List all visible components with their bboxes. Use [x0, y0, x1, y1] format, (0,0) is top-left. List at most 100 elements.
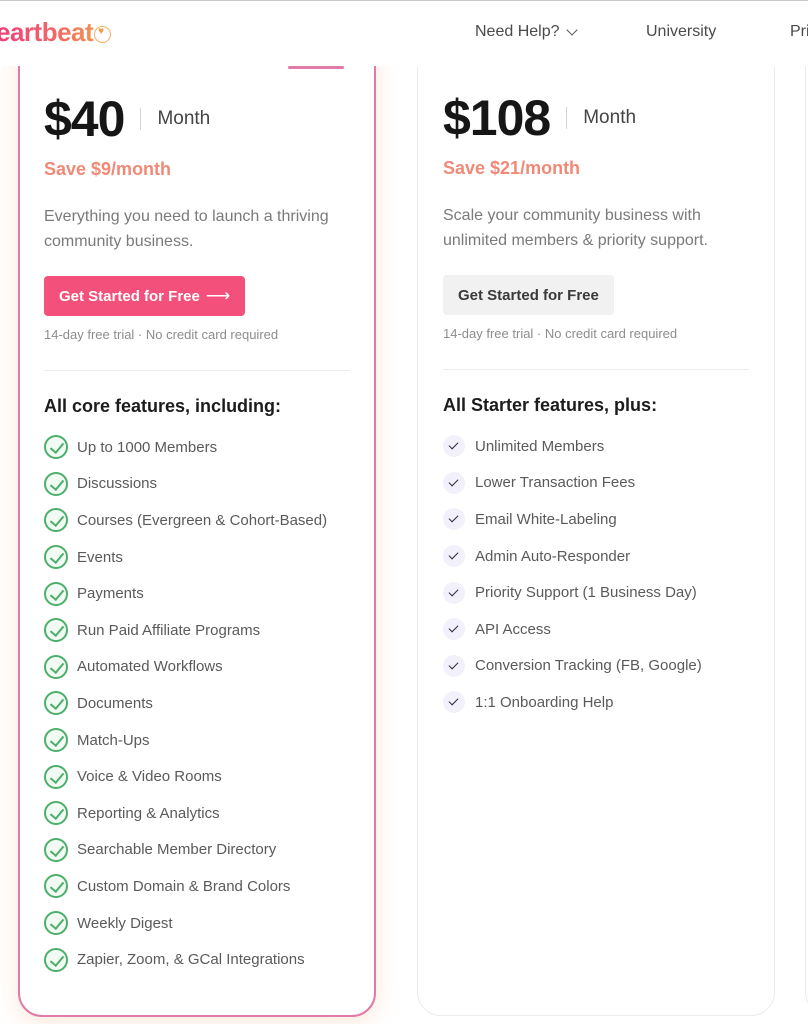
plan-description: Everything you need to launch a thriving… — [44, 208, 329, 250]
feature-label: Email White-Labeling — [475, 510, 617, 528]
feature-label: Courses (Evergreen & Cohort-Based) — [77, 511, 328, 529]
feature-item: Unlimited Members — [443, 428, 702, 465]
pricing-card-starter: $40 Month Save $9/month Everything you n… — [18, 30, 376, 1017]
savings-text: Save $9/month — [44, 159, 172, 179]
divider — [443, 369, 749, 370]
price-period: Month — [583, 107, 637, 128]
get-started-label: Get Started for Free — [458, 286, 599, 304]
feature-item: 1:1 Onboarding Help — [443, 684, 702, 721]
get-started-button[interactable]: Get Started for Free — [443, 275, 614, 315]
divider — [44, 370, 350, 371]
feature-item: Courses (Evergreen & Cohort-Based) — [44, 502, 327, 539]
features-title: All core features, including: — [44, 396, 282, 416]
feature-item: Discussions — [44, 466, 327, 503]
feature-item: Voice & Video Rooms — [44, 758, 327, 795]
check-icon — [443, 618, 465, 641]
feature-item: Documents — [44, 685, 327, 722]
trial-note: 14-day free trial · No credit card requi… — [443, 326, 678, 341]
feature-item: Match-Ups — [44, 722, 327, 759]
heartbeat-logo[interactable]: eartbeat — [0, 17, 112, 48]
check-icon — [44, 581, 68, 606]
check-icon — [44, 618, 68, 643]
feature-label: Priority Support (1 Business Day) — [475, 584, 697, 602]
check-icon — [44, 508, 68, 533]
check-icon — [443, 545, 465, 568]
check-icon — [443, 508, 465, 531]
check-icon — [443, 435, 465, 458]
feature-item: Priority Support (1 Business Day) — [443, 574, 702, 611]
feature-label: Voice & Video Rooms — [77, 768, 222, 786]
feature-item: Reporting & Analytics — [44, 795, 327, 832]
feature-label: Match-Ups — [77, 731, 150, 749]
feature-item: Zapier, Zoom, & GCal Integrations — [44, 941, 327, 978]
check-icon — [44, 691, 68, 716]
nav-pricing-label: Pri — [790, 23, 808, 40]
heart-icon — [94, 25, 112, 43]
feature-label: Conversion Tracking (FB, Google) — [475, 657, 702, 675]
feature-item: Searchable Member Directory — [44, 832, 327, 869]
feature-item: Admin Auto-Responder — [443, 538, 702, 575]
feature-item: Lower Transaction Fees — [443, 465, 702, 502]
feature-item: Email White-Labeling — [443, 501, 702, 538]
feature-label: Searchable Member Directory — [77, 841, 277, 859]
feature-item: Payments — [44, 575, 327, 612]
check-icon — [44, 471, 68, 496]
feature-list: Unlimited Members Lower Transaction Fees E… — [443, 428, 702, 721]
pricing-card-pro: $108 Month Save $21/month Scale your com… — [417, 30, 775, 1016]
check-icon — [44, 545, 68, 570]
feature-label: Custom Domain & Brand Colors — [77, 877, 291, 895]
check-icon — [44, 435, 68, 460]
feature-label: Up to 1000 Members — [77, 438, 218, 456]
check-icon — [44, 764, 68, 789]
feature-label: Reporting & Analytics — [77, 804, 220, 822]
nav-university-label: University — [646, 23, 717, 40]
feature-label: Payments — [77, 585, 144, 603]
feature-label: Lower Transaction Fees — [475, 474, 636, 492]
feature-label: Events — [77, 548, 123, 566]
feature-label: 1:1 Onboarding Help — [475, 693, 614, 711]
popular-badge-edge — [288, 66, 344, 69]
price-period: Month — [157, 108, 211, 129]
feature-label: Run Paid Affiliate Programs — [77, 621, 261, 639]
check-icon — [44, 801, 68, 826]
get-started-button[interactable]: Get Started for Free ⟶ — [44, 276, 246, 316]
feature-label: Discussions — [77, 475, 158, 493]
nav-pricing[interactable]: Pri — [790, 23, 808, 41]
feature-item: Up to 1000 Members — [44, 429, 327, 466]
arrow-right-icon: ⟶ — [205, 286, 231, 305]
check-icon — [44, 911, 68, 936]
price-row: $40 Month — [44, 90, 210, 148]
check-icon — [443, 691, 465, 714]
check-icon — [44, 837, 68, 862]
feature-label: Automated Workflows — [77, 658, 223, 676]
check-icon — [443, 471, 465, 494]
feature-item: Weekly Digest — [44, 905, 327, 942]
trial-note: 14-day free trial · No credit card requi… — [44, 327, 279, 342]
nav-university[interactable]: University — [646, 23, 716, 41]
feature-label: Admin Auto-Responder — [475, 547, 631, 565]
price-separator — [140, 108, 142, 130]
price-row: $108 Month — [443, 89, 636, 147]
check-icon — [44, 654, 68, 679]
features-title: All Starter features, plus: — [443, 395, 658, 415]
feature-label: Zapier, Zoom, & GCal Integrations — [77, 951, 305, 969]
plan-description: Scale your community business with unlim… — [443, 207, 708, 249]
price-separator — [566, 107, 568, 129]
feature-label: Weekly Digest — [77, 914, 173, 932]
feature-item: API Access — [443, 611, 702, 648]
get-started-label: Get Started for Free — [59, 287, 200, 305]
logo-text: eartbeat — [0, 17, 94, 47]
feature-item: Automated Workflows — [44, 649, 327, 686]
feature-label: Unlimited Members — [475, 437, 605, 455]
price-amount: $108 — [443, 90, 551, 146]
nav-need-help[interactable]: Need Help? — [475, 23, 578, 41]
check-icon — [44, 874, 68, 899]
price-amount: $40 — [44, 91, 125, 147]
feature-label: Documents — [77, 694, 153, 712]
feature-item: Events — [44, 539, 327, 576]
chevron-down-icon — [565, 23, 578, 36]
check-icon — [443, 654, 465, 677]
feature-item: Custom Domain & Brand Colors — [44, 868, 327, 905]
nav-need-help-label: Need Help? — [475, 23, 560, 40]
savings-text: Save $21/month — [443, 158, 581, 178]
